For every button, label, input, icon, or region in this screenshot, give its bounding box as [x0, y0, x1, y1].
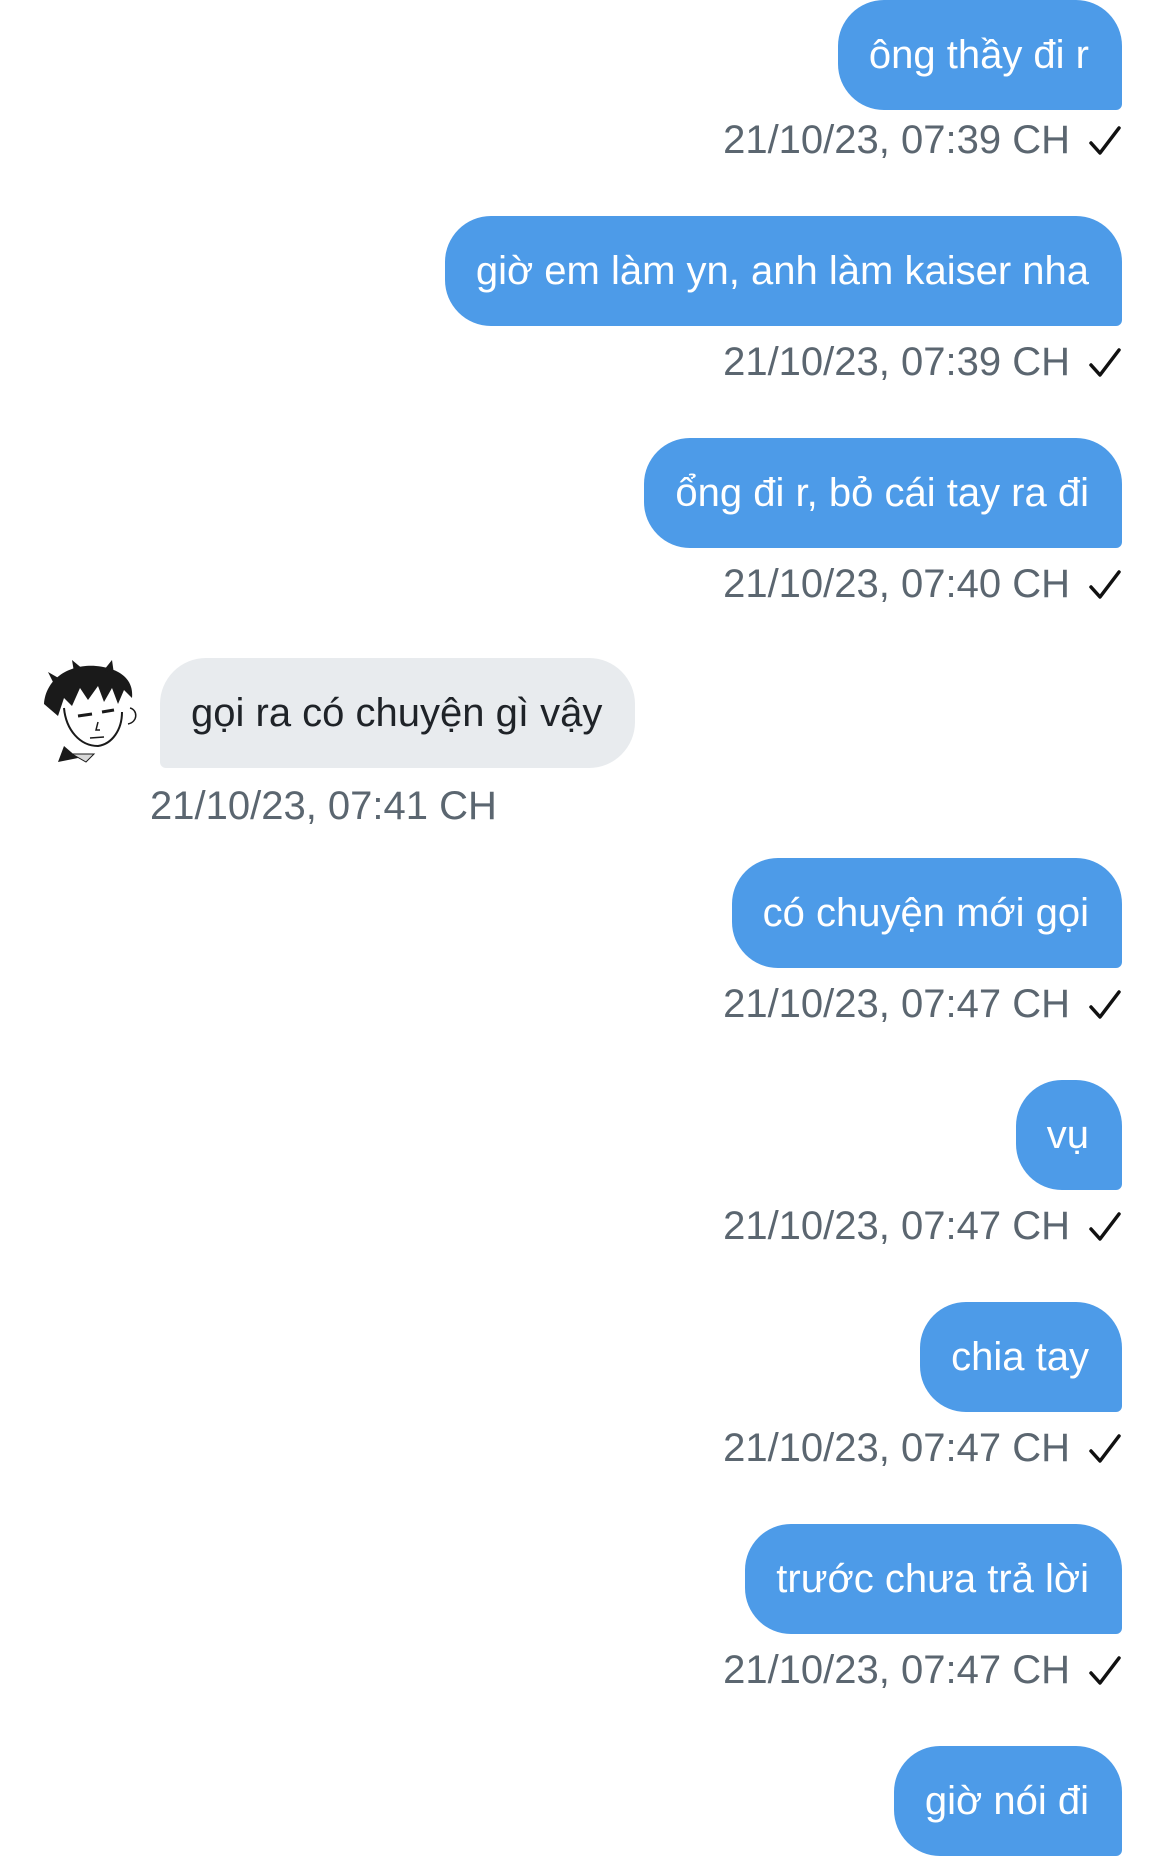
message-bubble-outgoing[interactable]: chia tay [920, 1302, 1122, 1412]
checkmark-icon [1089, 348, 1121, 377]
message-meta: 21/10/23, 07:47 CH [723, 1640, 1122, 1700]
message-timestamp: 21/10/23, 07:39 CH [723, 340, 1070, 384]
message-bubble-outgoing[interactable]: giờ em làm yn, anh làm kaiser nha [444, 216, 1122, 326]
message-bubble-outgoing[interactable]: có chuyện mới gọi [731, 858, 1122, 968]
message-bubble-incoming[interactable]: gọi ra có chuyện gì vậy [160, 658, 636, 768]
checkmark-icon [1089, 1434, 1121, 1463]
checkmark-icon [1089, 1212, 1121, 1241]
checkmark-icon [1089, 126, 1121, 155]
message-thread[interactable]: ông thầy đi r 21/10/23, 07:39 CH giờ em … [0, 0, 1170, 1856]
message-meta: 21/10/23, 07:47 CH [723, 1418, 1122, 1478]
message-timestamp: 21/10/23, 07:41 CH [150, 784, 497, 828]
message-bubble-outgoing[interactable]: vụ [1015, 1080, 1122, 1190]
message-timestamp: 21/10/23, 07:47 CH [723, 1648, 1070, 1692]
message-meta: 21/10/23, 07:39 CH [723, 110, 1122, 170]
message-timestamp: 21/10/23, 07:47 CH [723, 1204, 1070, 1248]
message-meta: 21/10/23, 07:39 CH [723, 332, 1122, 392]
message-bubble-outgoing[interactable]: giờ nói đi [893, 1746, 1122, 1856]
message-meta: 21/10/23, 07:41 CH [150, 776, 497, 836]
message-timestamp: 21/10/23, 07:47 CH [723, 982, 1070, 1026]
checkmark-icon [1089, 1656, 1121, 1685]
message-bubble-outgoing[interactable]: trước chưa trả lời [745, 1524, 1122, 1634]
message-meta: 21/10/23, 07:47 CH [723, 974, 1122, 1034]
message-bubble-outgoing[interactable]: ổng đi r, bỏ cái tay ra đi [644, 438, 1122, 548]
message-timestamp: 21/10/23, 07:40 CH [723, 562, 1070, 606]
manga-character-avatar[interactable] [34, 658, 144, 768]
message-meta: 21/10/23, 07:40 CH [723, 554, 1122, 614]
checkmark-icon [1089, 570, 1121, 599]
message-meta: 21/10/23, 07:47 CH [723, 1196, 1122, 1256]
checkmark-icon [1089, 990, 1121, 1019]
message-timestamp: 21/10/23, 07:39 CH [723, 118, 1070, 162]
message-bubble-outgoing[interactable]: ông thầy đi r [837, 0, 1122, 110]
message-timestamp: 21/10/23, 07:47 CH [723, 1426, 1070, 1470]
